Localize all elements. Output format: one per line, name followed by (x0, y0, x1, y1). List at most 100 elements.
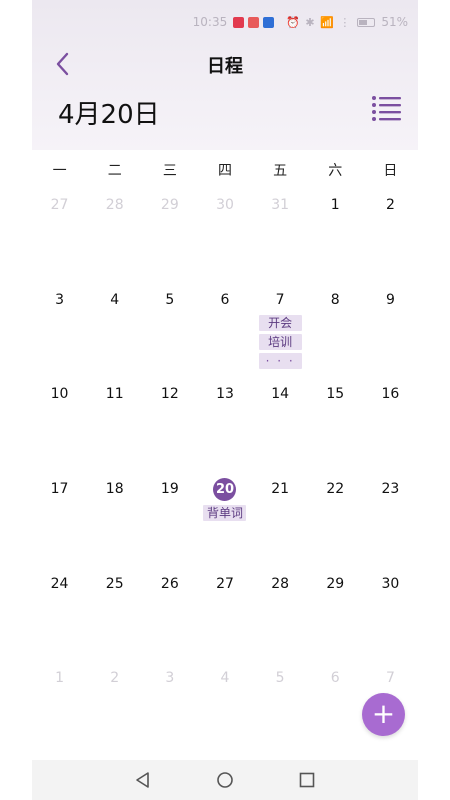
day-number: 15 (326, 386, 345, 403)
calendar-day[interactable]: 19 (142, 476, 197, 571)
circle-home-icon (217, 772, 233, 788)
calendar-day[interactable]: 5 (142, 287, 197, 382)
day-number: 24 (50, 575, 69, 592)
more-events-indicator[interactable]: · · · (258, 352, 302, 369)
weekday-label: 日 (383, 163, 398, 179)
calendar-day[interactable]: 31 (253, 192, 308, 287)
calendar-day[interactable]: 1 (32, 665, 87, 760)
calendar-day[interactable]: 28 (87, 192, 142, 287)
calendar-day[interactable]: 30 (197, 192, 252, 287)
nav-back-button[interactable] (133, 770, 153, 790)
calendar-day[interactable]: 17 (32, 476, 87, 571)
day-number: 4 (220, 670, 230, 687)
top-bar: 10:35 ⏰ ✱ 📶 ⋮ 51% 日程 4月20日 (32, 0, 418, 150)
app-notification-icon (248, 16, 260, 28)
day-number: 22 (326, 481, 345, 498)
day-number: 16 (381, 386, 400, 403)
calendar-day[interactable]: 1 (308, 192, 363, 287)
calendar-day[interactable]: 13 (197, 381, 252, 476)
day-number: 30 (216, 197, 234, 213)
weekday-label: 一 (52, 163, 67, 179)
day-number: 3 (55, 291, 65, 308)
status-time: 10:35 (192, 15, 228, 29)
calendar-day[interactable]: 27 (32, 192, 87, 287)
nav-home-button[interactable] (215, 770, 235, 790)
calendar-day[interactable]: 14 (253, 381, 308, 476)
weekday-label: 五 (273, 163, 288, 179)
day-number: 3 (165, 670, 175, 687)
calendar-day[interactable]: 12 (142, 381, 197, 476)
plus-icon: + (371, 697, 396, 730)
day-number: 29 (326, 575, 345, 592)
calendar-day[interactable]: 7 开会 培训 · · · (253, 287, 308, 382)
calendar-day[interactable]: 24 (32, 571, 87, 666)
weekday-label: 四 (217, 163, 232, 179)
day-number: 10 (50, 386, 69, 403)
calendar-day[interactable]: 18 (87, 476, 142, 571)
calendar-day[interactable]: 2 (87, 665, 142, 760)
calendar-day[interactable]: 9 (363, 287, 418, 382)
calendar-day[interactable]: 3 (142, 665, 197, 760)
calendar-grid: 27 28 29 30 31 1 2 3 4 5 6 7 开会 培训 · · · 8 9 10 11 12 13 14 15… (32, 192, 418, 762)
status-bar: 10:35 ⏰ ✱ 📶 ⋮ 51% (32, 0, 418, 44)
calendar-day[interactable]: 28 (253, 571, 308, 666)
weekday-label: 二 (107, 163, 122, 179)
day-number: 18 (105, 481, 124, 498)
day-number: 1 (55, 670, 65, 687)
calendar-day[interactable]: 30 (363, 571, 418, 666)
calendar-day[interactable]: 4 (197, 665, 252, 760)
day-number: 1 (330, 197, 340, 213)
calendar-day[interactable]: 8 (308, 287, 363, 382)
calendar-day[interactable]: 4 (87, 287, 142, 382)
day-number: 5 (275, 670, 285, 687)
current-date-label[interactable]: 4月20日 (58, 94, 160, 131)
day-number: 8 (330, 291, 340, 308)
page-title: 日程 (207, 56, 243, 77)
calendar-day[interactable]: 10 (32, 381, 87, 476)
calendar-day[interactable]: 3 (32, 287, 87, 382)
battery-percent: 51% (381, 15, 408, 29)
day-number: 23 (381, 481, 400, 498)
day-number: 21 (271, 481, 290, 498)
day-number: 30 (381, 575, 400, 592)
calendar-day[interactable]: 2 (363, 192, 418, 287)
calendar-day-today[interactable]: 20 背单词 (197, 476, 252, 571)
day-number: 17 (50, 481, 69, 498)
triangle-back-icon (136, 772, 149, 788)
calendar-day[interactable]: 22 (308, 476, 363, 571)
day-number: 28 (271, 575, 290, 592)
nav-recents-button[interactable] (297, 770, 317, 790)
day-number: 6 (220, 291, 230, 308)
calendar-day[interactable]: 27 (197, 571, 252, 666)
day-events: 背单词 (197, 505, 252, 522)
calendar-day[interactable]: 26 (142, 571, 197, 666)
day-number: 4 (110, 291, 120, 308)
add-event-button[interactable]: + (362, 693, 405, 736)
calendar-day[interactable]: 6 (197, 287, 252, 382)
day-number: 13 (216, 386, 234, 403)
event-chip[interactable]: 背单词 (203, 505, 247, 522)
app-notification-icon (233, 16, 245, 28)
day-number: 25 (105, 575, 124, 592)
day-number: 31 (271, 197, 290, 213)
calendar-day[interactable]: 11 (87, 381, 142, 476)
weekday-label: 六 (328, 163, 343, 179)
day-number: 27 (216, 575, 234, 592)
day-number: 11 (105, 386, 124, 403)
calendar-day[interactable]: 5 (253, 665, 308, 760)
event-chip[interactable]: 培训 (258, 333, 302, 350)
calendar-day[interactable]: 29 (142, 192, 197, 287)
event-chip[interactable]: 开会 (258, 314, 302, 331)
calendar-day[interactable]: 15 (308, 381, 363, 476)
list-view-button[interactable] (370, 94, 404, 124)
calendar-day[interactable]: 25 (87, 571, 142, 666)
calendar-day[interactable]: 21 (253, 476, 308, 571)
notification-app-icons (233, 16, 275, 28)
calendar-day[interactable]: 29 (308, 571, 363, 666)
calendar-day[interactable]: 6 (308, 665, 363, 760)
day-number: 28 (105, 197, 124, 213)
day-number: 27 (50, 197, 69, 213)
calendar-day[interactable]: 23 (363, 476, 418, 571)
day-events: 开会培训 · · · (253, 314, 308, 369)
calendar-day[interactable]: 16 (363, 381, 418, 476)
